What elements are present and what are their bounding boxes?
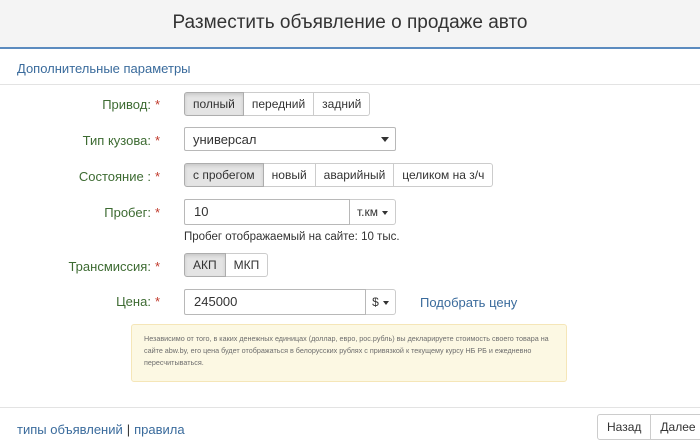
condition-label-text: Состояние :: [78, 169, 151, 184]
condition-button-group: с пробегом новый аварийный целиком на з/…: [184, 163, 494, 187]
price-input[interactable]: 245000: [184, 289, 366, 315]
transmission-label: Трансмиссия: *: [68, 259, 160, 274]
currency-symbol: $: [372, 295, 379, 309]
footer-links: типы объявлений | правила: [17, 422, 185, 437]
price-label-text: Цена:: [116, 294, 151, 309]
transmission-label-text: Трансмиссия:: [68, 259, 151, 274]
mileage-unit-dropdown[interactable]: т.км: [350, 199, 396, 225]
currency-notice: Независимо от того, в каких денежных еди…: [131, 324, 567, 382]
back-button[interactable]: Назад: [597, 414, 652, 440]
required-mark: *: [154, 97, 160, 112]
body-type-select[interactable]: универсал: [184, 127, 396, 151]
condition-option-parts[interactable]: целиком на з/ч: [394, 163, 494, 187]
price-label: Цена: *: [116, 294, 160, 309]
next-button[interactable]: Далее: [651, 414, 700, 440]
drive-option-front[interactable]: передний: [243, 92, 315, 116]
mileage-input[interactable]: 10: [184, 199, 350, 225]
footer-separator: |: [126, 422, 131, 437]
page-title: Разместить объявление о продаже авто: [172, 12, 528, 33]
required-mark: *: [154, 169, 160, 184]
transmission-option-manual[interactable]: МКП: [225, 253, 269, 277]
caret-down-icon: [382, 210, 388, 215]
body-type-label: Тип кузова: *: [83, 133, 160, 148]
required-mark: *: [154, 133, 160, 148]
rules-link[interactable]: правила: [134, 422, 184, 437]
pick-price-link[interactable]: Подобрать цену: [420, 295, 517, 310]
body-type-label-text: Тип кузова:: [82, 133, 151, 148]
mileage-hint: Пробег отображаемый на сайте: 10 тыс.: [184, 231, 400, 243]
wizard-nav: Назад Далее: [597, 414, 700, 440]
caret-down-icon: [382, 300, 389, 305]
mileage-label: Пробег: *: [104, 205, 160, 220]
required-mark: *: [154, 294, 160, 309]
required-mark: *: [154, 205, 160, 220]
drive-button-group: полный передний задний: [184, 92, 371, 116]
drive-option-rear[interactable]: задний: [314, 92, 371, 116]
chevron-down-icon: [381, 137, 389, 142]
transmission-option-auto[interactable]: АКП: [184, 253, 226, 277]
mileage-value: 10: [194, 204, 209, 219]
transmission-button-group: АКП МКП: [184, 253, 269, 277]
section-divider: [0, 84, 700, 85]
currency-dropdown[interactable]: $: [366, 289, 396, 315]
condition-option-used[interactable]: с пробегом: [184, 163, 264, 187]
condition-option-new[interactable]: новый: [263, 163, 316, 187]
currency-notice-text: Независимо от того, в каких денежных еди…: [144, 334, 549, 367]
section-title: Дополнительные параметры: [17, 61, 191, 76]
page-header: Разместить объявление о продаже авто: [0, 0, 700, 48]
header-accent-line: [0, 47, 700, 49]
drive-label: Привод: *: [102, 97, 160, 112]
condition-label: Состояние : *: [79, 169, 160, 184]
price-value: 245000: [194, 294, 238, 309]
required-mark: *: [154, 259, 160, 274]
footer-divider: [0, 407, 700, 408]
condition-option-damaged[interactable]: аварийный: [315, 163, 395, 187]
mileage-unit: т.км: [357, 205, 378, 219]
drive-option-full[interactable]: полный: [184, 92, 244, 116]
mileage-label-text: Пробег:: [104, 205, 151, 220]
ad-types-link[interactable]: типы объявлений: [17, 422, 123, 437]
drive-label-text: Привод:: [102, 97, 151, 112]
body-type-value: универсал: [193, 132, 257, 147]
